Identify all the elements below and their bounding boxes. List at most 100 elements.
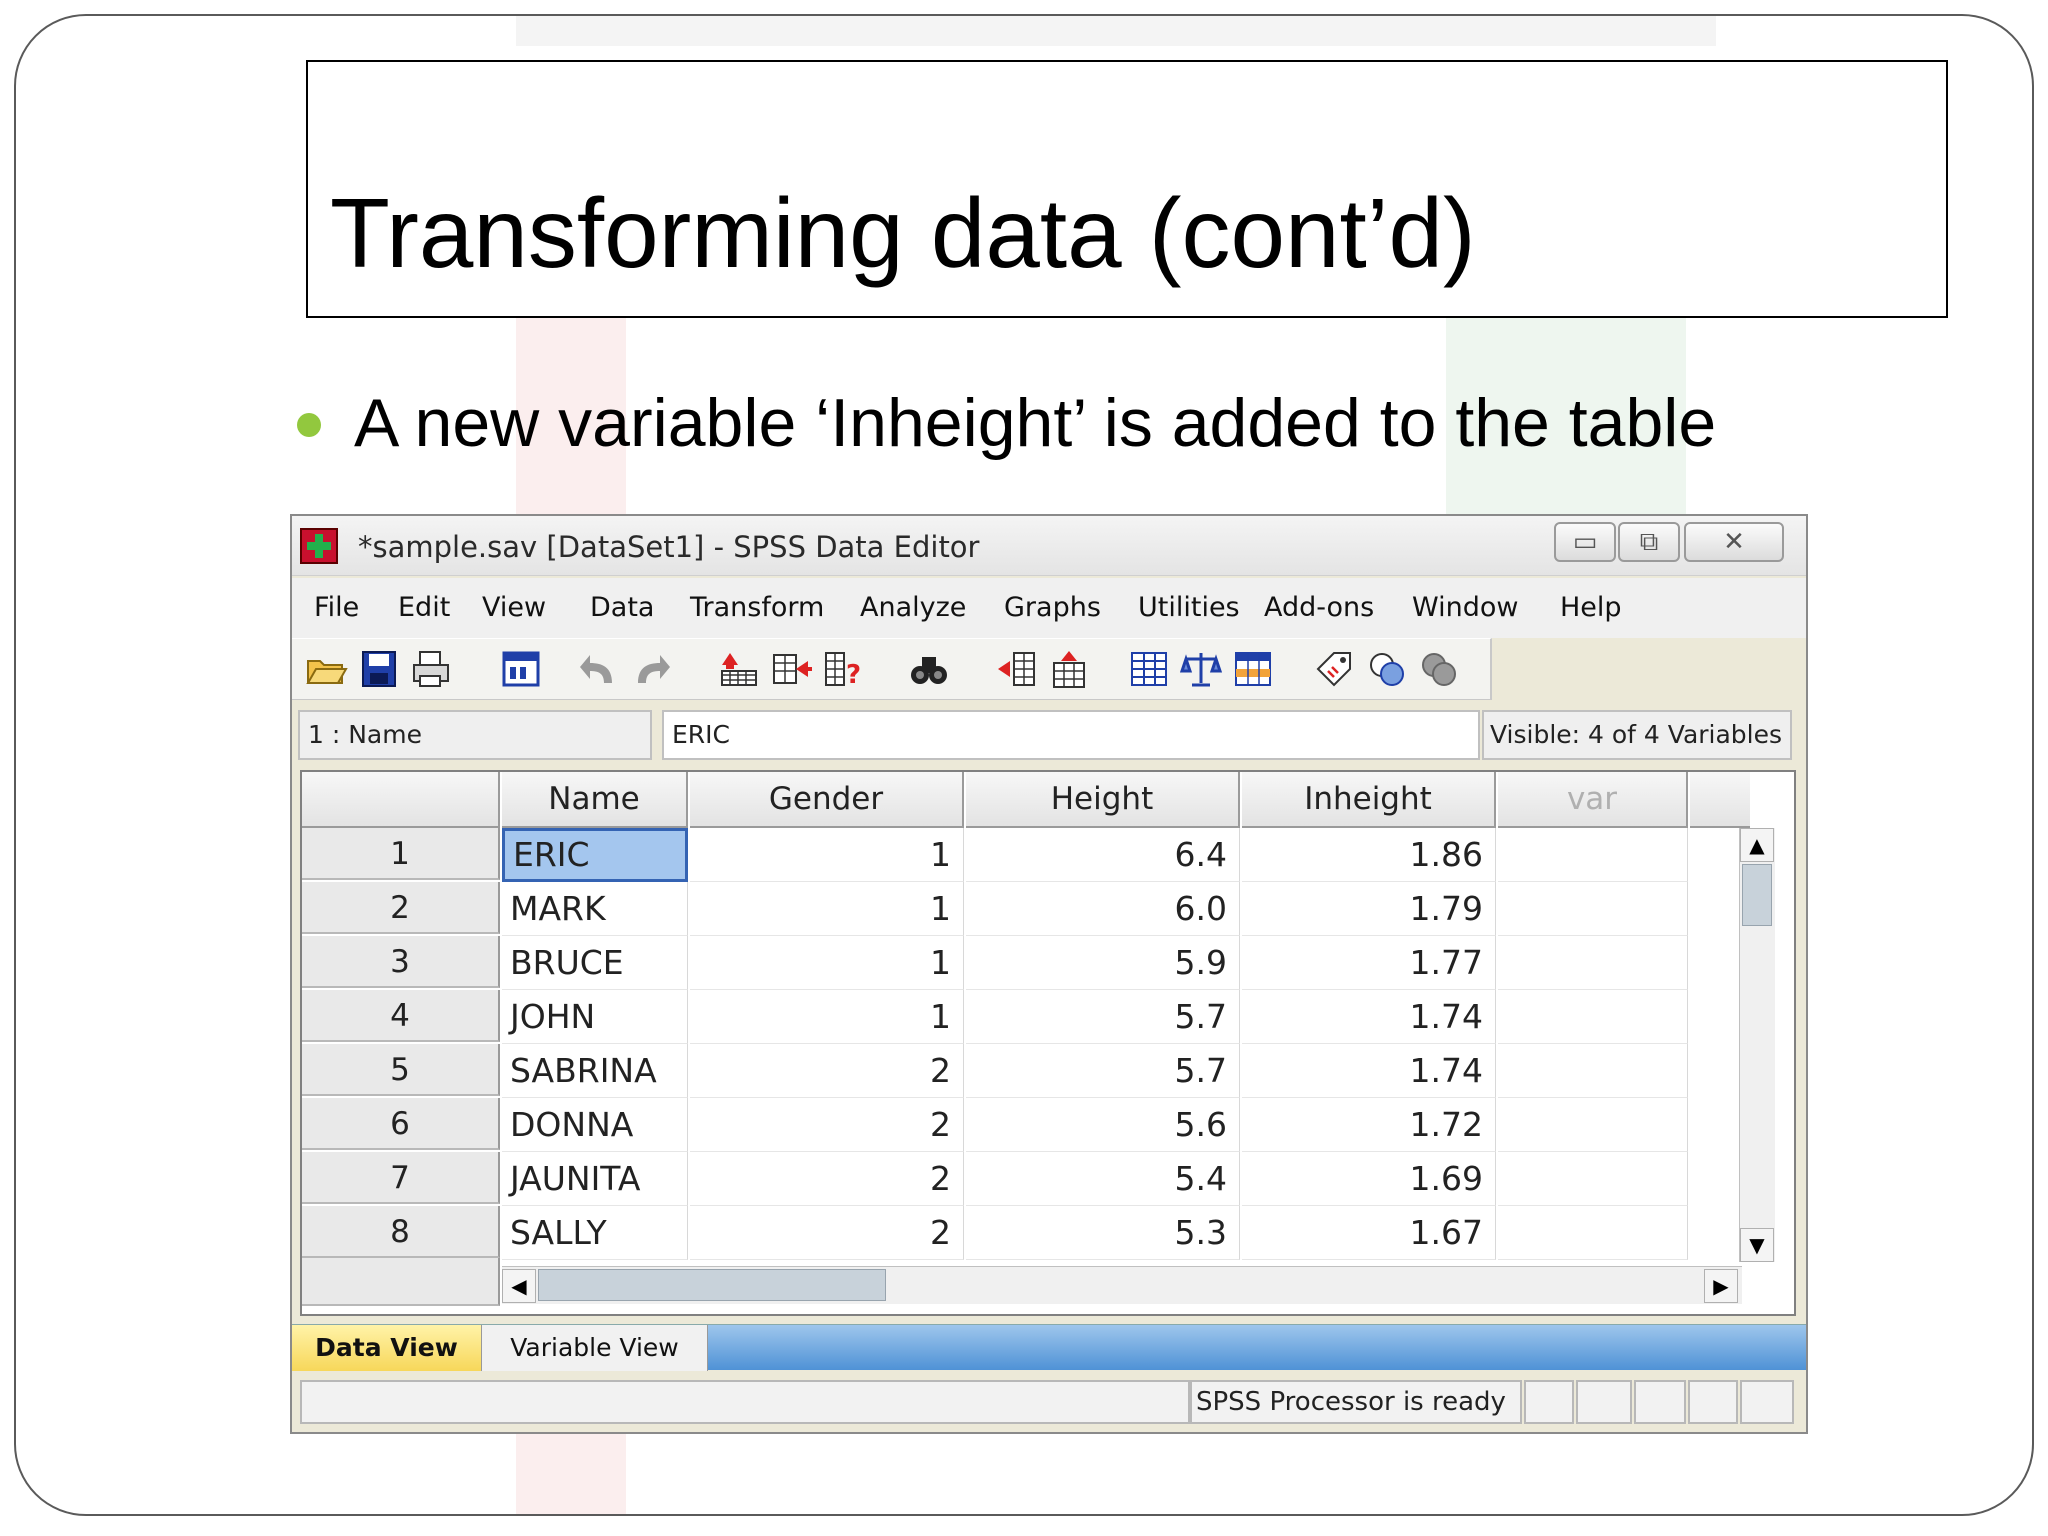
menu-utilities[interactable]: Utilities — [1138, 592, 1240, 623]
cell-name[interactable]: MARK — [502, 882, 688, 936]
cell-inheight[interactable]: 1.69 — [1242, 1152, 1496, 1206]
cell-inheight[interactable]: 1.74 — [1242, 990, 1496, 1044]
tab-data-view[interactable]: Data View — [292, 1325, 482, 1371]
cell-inheight[interactable]: 1.79 — [1242, 882, 1496, 936]
scroll-right-button[interactable]: ▶ — [1704, 1269, 1738, 1303]
column-header-var[interactable]: var — [1498, 772, 1688, 828]
menu-window[interactable]: Window — [1412, 592, 1518, 623]
dialog-recall-icon[interactable] — [500, 649, 542, 689]
cell-value-input[interactable]: ERIC — [662, 710, 1480, 760]
cell-name[interactable]: SABRINA — [502, 1044, 688, 1098]
find-icon[interactable] — [908, 649, 950, 689]
cell-name[interactable]: JAUNITA — [502, 1152, 688, 1206]
cell-var[interactable] — [1498, 936, 1688, 990]
cell-inheight[interactable]: 1.74 — [1242, 1044, 1496, 1098]
cell-gender[interactable]: 1 — [690, 828, 964, 882]
cell-height[interactable]: 5.4 — [966, 1152, 1240, 1206]
cell-height[interactable]: 6.4 — [966, 828, 1240, 882]
cell-var[interactable] — [1498, 882, 1688, 936]
cell-inheight[interactable]: 1.72 — [1242, 1098, 1496, 1152]
menu-data[interactable]: Data — [590, 592, 654, 623]
row-header[interactable]: 8 — [302, 1206, 500, 1258]
cell-var[interactable] — [1498, 1044, 1688, 1098]
menu-add-ons[interactable]: Add-ons — [1264, 592, 1374, 623]
cell-gender[interactable]: 2 — [690, 1044, 964, 1098]
maximize-button[interactable]: ⧉ — [1618, 522, 1680, 562]
column-header-gender[interactable]: Gender — [690, 772, 964, 828]
cell-gender[interactable]: 2 — [690, 1098, 964, 1152]
corner-header[interactable] — [302, 772, 500, 828]
row-header-partial[interactable] — [302, 1258, 500, 1306]
cell-inheight[interactable]: 1.67 — [1242, 1206, 1496, 1260]
select-cases-icon[interactable] — [1232, 649, 1274, 689]
variables-icon[interactable]: ? — [822, 649, 864, 689]
row-header[interactable]: 6 — [302, 1098, 500, 1150]
cell-height[interactable]: 5.3 — [966, 1206, 1240, 1260]
cell-height[interactable]: 5.7 — [966, 990, 1240, 1044]
close-button[interactable]: ✕ — [1684, 522, 1784, 562]
cell-inheight[interactable]: 1.77 — [1242, 936, 1496, 990]
cell-var[interactable] — [1498, 1206, 1688, 1260]
insert-cases-icon[interactable] — [996, 649, 1038, 689]
title-bar[interactable]: *sample.sav [DataSet1] - SPSS Data Edito… — [292, 516, 1806, 576]
save-icon[interactable] — [358, 649, 400, 689]
horizontal-scroll-thumb[interactable] — [538, 1269, 886, 1301]
cell-height[interactable]: 5.6 — [966, 1098, 1240, 1152]
print-icon[interactable] — [410, 649, 452, 689]
cell-var[interactable] — [1498, 990, 1688, 1044]
scroll-left-button[interactable]: ◀ — [502, 1269, 536, 1303]
row-header[interactable]: 3 — [302, 936, 500, 988]
cell-name[interactable]: DONNA — [502, 1098, 688, 1152]
cell-height[interactable]: 5.9 — [966, 936, 1240, 990]
toolbar: ? — [292, 638, 1492, 700]
cell-name[interactable]: ERIC — [502, 828, 688, 882]
cell-inheight[interactable]: 1.86 — [1242, 828, 1496, 882]
cell-gender[interactable]: 1 — [690, 990, 964, 1044]
menu-edit[interactable]: Edit — [398, 592, 450, 623]
cell-var[interactable] — [1498, 1152, 1688, 1206]
cell-gender[interactable]: 1 — [690, 882, 964, 936]
cell-var[interactable] — [1498, 1098, 1688, 1152]
menu-graphs[interactable]: Graphs — [1004, 592, 1101, 623]
scroll-down-button[interactable]: ▼ — [1740, 1228, 1774, 1262]
goto-case-icon[interactable] — [718, 649, 760, 689]
row-header[interactable]: 1 — [302, 828, 500, 880]
row-header[interactable]: 2 — [302, 882, 500, 934]
row-header[interactable]: 5 — [302, 1044, 500, 1096]
cell-name[interactable]: BRUCE — [502, 936, 688, 990]
split-file-icon[interactable] — [1128, 649, 1170, 689]
cell-height[interactable]: 6.0 — [966, 882, 1240, 936]
use-sets-icon[interactable] — [1366, 649, 1408, 689]
value-labels-icon[interactable] — [1314, 649, 1356, 689]
row-header[interactable]: 4 — [302, 990, 500, 1042]
horizontal-scrollbar[interactable]: ◀ ▶ — [502, 1266, 1742, 1304]
redo-icon[interactable] — [630, 649, 672, 689]
vertical-scroll-thumb[interactable] — [1742, 864, 1772, 926]
menu-analyze[interactable]: Analyze — [860, 592, 966, 623]
cell-gender[interactable]: 2 — [690, 1152, 964, 1206]
menu-help[interactable]: Help — [1560, 592, 1622, 623]
column-header-height[interactable]: Height — [966, 772, 1240, 828]
column-header-name[interactable]: Name — [502, 772, 688, 828]
vertical-scrollbar[interactable]: ▲ ▼ — [1739, 828, 1775, 1262]
weight-cases-icon[interactable] — [1180, 649, 1222, 689]
minimize-button[interactable]: ▭ — [1554, 522, 1616, 562]
column-header-inheight[interactable]: Inheight — [1242, 772, 1496, 828]
show-all-variables-icon[interactable] — [1418, 649, 1460, 689]
menu-view[interactable]: View — [482, 592, 546, 623]
cell-var[interactable] — [1498, 828, 1688, 882]
open-icon[interactable] — [306, 649, 348, 689]
cell-height[interactable]: 5.7 — [966, 1044, 1240, 1098]
goto-variable-icon[interactable] — [770, 649, 812, 689]
cell-gender[interactable]: 1 — [690, 936, 964, 990]
cell-name[interactable]: JOHN — [502, 990, 688, 1044]
menu-file[interactable]: File — [314, 592, 359, 623]
cell-gender[interactable]: 2 — [690, 1206, 964, 1260]
insert-variable-icon[interactable] — [1048, 649, 1090, 689]
scroll-up-button[interactable]: ▲ — [1740, 828, 1774, 862]
menu-transform[interactable]: Transform — [690, 592, 824, 623]
undo-icon[interactable] — [578, 649, 620, 689]
tab-variable-view[interactable]: Variable View — [482, 1325, 708, 1371]
row-header[interactable]: 7 — [302, 1152, 500, 1204]
cell-name[interactable]: SALLY — [502, 1206, 688, 1260]
